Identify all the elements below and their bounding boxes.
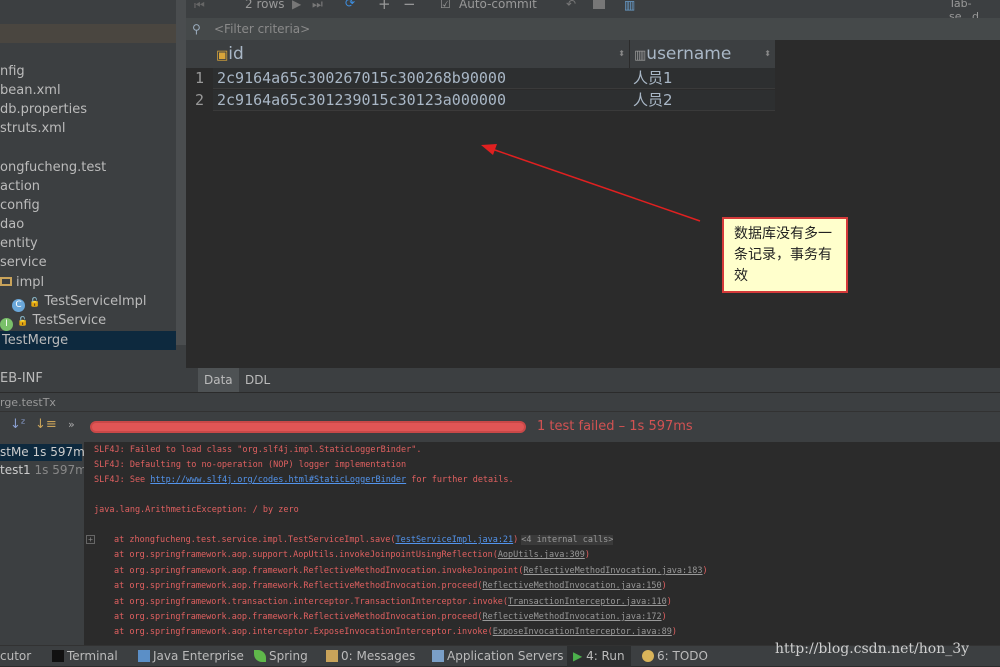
stack-frame: at org.springframework.aop.framework.Ref…: [114, 566, 708, 576]
console-line: SLF4J: Failed to load class "org.slf4j.i…: [94, 445, 422, 455]
source-link[interactable]: ExposeInvocationInterceptor.java:89: [493, 627, 672, 637]
tool-executor[interactable]: cutor: [0, 646, 31, 667]
tool-todo[interactable]: 6: TODO: [642, 646, 708, 667]
test-item[interactable]: test1 1s 597ms: [0, 462, 93, 479]
tool-messages[interactable]: 0: Messages: [326, 646, 415, 667]
expand-icon[interactable]: »: [68, 418, 75, 431]
source-link[interactable]: ReflectiveMethodInvocation.java:172: [482, 612, 661, 622]
internal-calls[interactable]: <4 internal calls>: [521, 535, 613, 545]
source-link[interactable]: ReflectiveMethodInvocation.java:150: [482, 581, 661, 591]
stack-frame: at org.springframework.transaction.inter…: [114, 597, 672, 607]
source-link[interactable]: ReflectiveMethodInvocation.java:183: [523, 566, 702, 576]
slf4j-link[interactable]: http://www.slf4j.org/codes.html#StaticLo…: [150, 475, 406, 485]
servers-icon: [432, 650, 444, 662]
test-item[interactable]: stMe 1s 597ms: [0, 444, 82, 461]
sort-alpha-icon[interactable]: ↓ᶻ: [10, 417, 26, 432]
stack-frame: at org.springframework.aop.framework.Ref…: [114, 581, 667, 591]
test-progress-bar: [90, 421, 526, 433]
watermark: http://blog.csdn.net/hon_3y: [775, 641, 969, 657]
console-line: SLF4J: See http://www.slf4j.org/codes.ht…: [94, 475, 514, 485]
tool-run[interactable]: ▶ 4: Run: [567, 646, 631, 667]
source-link[interactable]: TransactionInterceptor.java:110: [508, 597, 667, 607]
tool-application-servers[interactable]: Application Servers: [432, 646, 563, 667]
annotation-note: 数据库没有多一条记录，事务有效: [722, 217, 848, 293]
tab-data[interactable]: Data: [198, 368, 239, 392]
console-output: SLF4J: Failed to load class "org.slf4j.i…: [84, 442, 1000, 645]
spring-icon: [254, 650, 266, 662]
messages-icon: [326, 650, 338, 662]
stack-frame: at org.springframework.aop.interceptor.E…: [114, 627, 677, 637]
source-link[interactable]: AopUtils.java:309: [498, 550, 585, 560]
todo-icon: [642, 650, 654, 662]
tool-spring[interactable]: Spring: [254, 646, 308, 667]
sort-duration-icon[interactable]: ↓≡: [35, 417, 57, 432]
exception-line: java.lang.ArithmeticException: / by zero: [94, 505, 299, 515]
result-tabs: Data DDL: [186, 368, 1000, 392]
stack-frame: at org.springframework.aop.framework.Ref…: [114, 612, 667, 622]
tool-java-enterprise[interactable]: Java Enterprise: [138, 646, 244, 667]
stack-frame: at zhongfucheng.test.service.impl.TestSe…: [114, 535, 613, 545]
test-tree: stMe 1s 597ms test1 1s 597ms: [0, 442, 84, 645]
source-link[interactable]: TestServiceImpl.java:21: [395, 535, 513, 545]
java-enterprise-icon: [138, 650, 150, 662]
tool-terminal[interactable]: Terminal: [52, 646, 118, 667]
run-title: rge.testTx: [0, 392, 1000, 412]
tab-ddl[interactable]: DDL: [239, 368, 276, 392]
run-icon: ▶: [573, 649, 582, 663]
expand-stack-icon[interactable]: +: [86, 535, 95, 544]
test-status: 1 test failed – 1s 597ms: [537, 419, 693, 434]
stack-frame: at org.springframework.aop.support.AopUt…: [114, 550, 590, 560]
terminal-icon: [52, 650, 64, 662]
console-line: SLF4J: Defaulting to no-operation (NOP) …: [94, 460, 406, 470]
